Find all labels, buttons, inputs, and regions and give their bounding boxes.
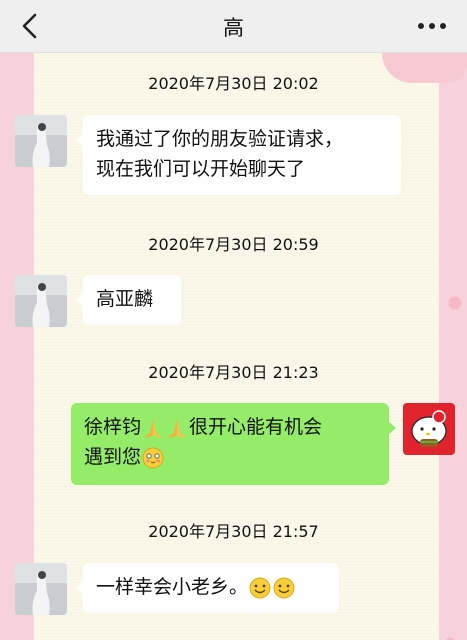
message-line: 现在我们可以开始聊天了 <box>96 158 306 180</box>
smiling-face-icon <box>249 577 271 598</box>
blushing-face-icon <box>142 447 164 468</box>
message-text: 一样幸会小老乡。 <box>96 576 249 598</box>
avatar-self[interactable] <box>403 403 455 455</box>
message-text: 遇到您 <box>84 446 142 468</box>
avatar[interactable] <box>15 115 67 167</box>
timestamp: 2020年7月30日 21:23 <box>148 363 319 382</box>
timestamp: 2020年7月30日 20:02 <box>148 74 319 93</box>
praying-hands-icon <box>145 418 162 438</box>
chat-title: 高 <box>223 16 244 40</box>
message-text: 很开心能有机会 <box>189 416 323 438</box>
nav-bar: 高 <box>0 0 467 53</box>
timestamp: 2020年7月30日 20:59 <box>148 235 319 254</box>
smiling-face-icon <box>273 577 295 598</box>
message-bubble[interactable]: 我通过了你的朋友验证请求， 现在我们可以开始聊天了 <box>76 115 401 195</box>
message-text: 徐梓钧 <box>84 416 142 438</box>
more-dots-icon[interactable] <box>415 14 449 38</box>
message-line: 高亚麟 <box>96 288 154 310</box>
avatar[interactable] <box>15 563 67 615</box>
message-bubble-mine[interactable]: 徐梓钧 很开心能有机会 遇到您 <box>71 403 396 485</box>
praying-hands-icon <box>169 418 186 438</box>
message-line: 我通过了你的朋友验证请求， <box>96 128 344 150</box>
message-bubble[interactable]: 一样幸会小老乡。 <box>76 563 339 613</box>
avatar[interactable] <box>15 275 67 327</box>
timestamp: 2020年7月30日 21:57 <box>148 522 319 541</box>
message-bubble[interactable]: 高亚麟 <box>76 275 181 325</box>
